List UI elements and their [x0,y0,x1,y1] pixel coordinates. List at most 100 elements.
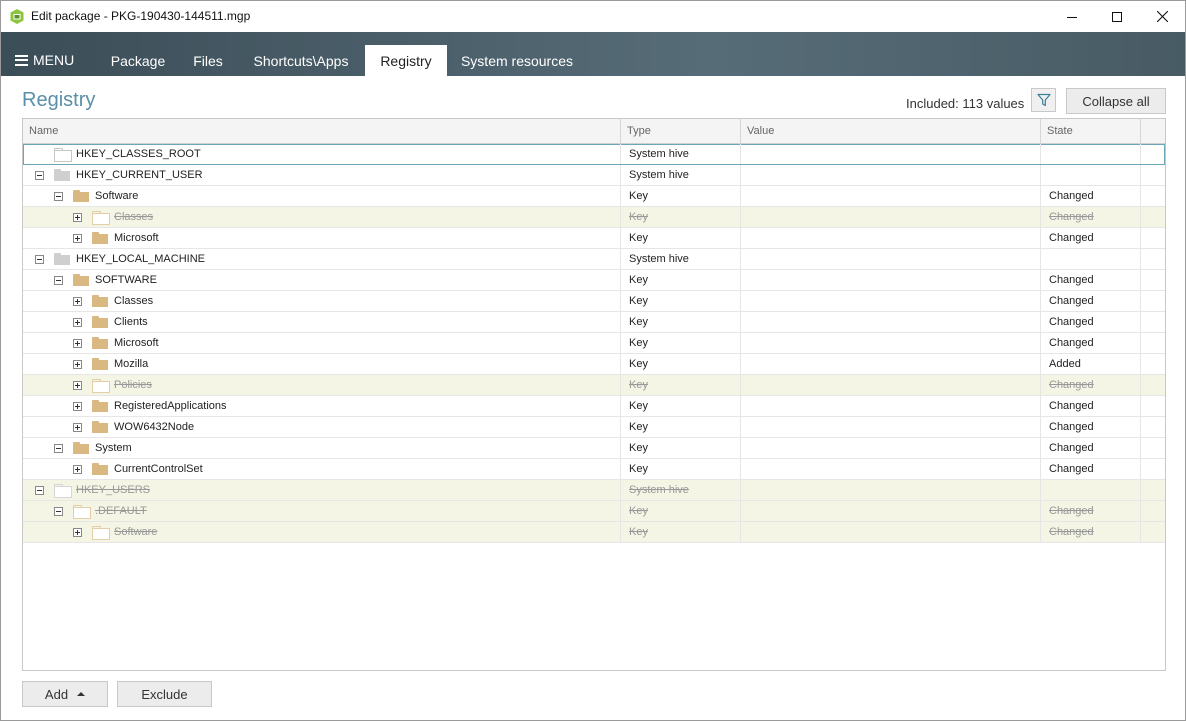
row-name: Software [114,525,158,538]
row-state-cell: Changed [1041,207,1141,227]
expand-icon[interactable] [73,527,82,537]
expand-icon[interactable] [73,317,82,327]
row-type-cell: System hive [621,249,741,269]
row-value-cell [741,144,1041,164]
table-row[interactable]: Mozilla Key Added [23,354,1165,375]
exclude-button[interactable]: Exclude [117,681,212,707]
row-state-cell: Changed [1041,270,1141,290]
row-spacer-cell [1141,438,1165,458]
row-spacer-cell [1141,270,1165,290]
table-row[interactable]: Microsoft Key Changed [23,228,1165,249]
expand-icon[interactable] [73,422,82,432]
tab-files[interactable]: Files [181,45,235,76]
row-state-cell: Changed [1041,522,1141,542]
collapse-icon[interactable] [54,191,63,201]
row-type-cell: System hive [621,165,741,185]
row-state: Changed [1049,232,1094,244]
folder-icon [54,253,70,265]
row-type: System hive [629,148,689,160]
collapse-icon[interactable] [35,170,44,180]
grid-header: Name Type Value State [23,119,1165,144]
tab-registry[interactable]: Registry [365,45,447,76]
row-state-cell [1041,249,1141,269]
row-spacer-cell [1141,249,1165,269]
collapse-icon[interactable] [54,275,63,285]
minimize-button[interactable] [1049,1,1095,32]
name-cell: Classes [23,207,621,227]
name-cell: .DEFAULT [23,501,621,521]
row-name: Clients [114,315,148,328]
table-row[interactable]: Clients Key Changed [23,312,1165,333]
table-row[interactable]: Classes Key Changed [23,207,1165,228]
column-header-state[interactable]: State [1041,119,1141,143]
add-label: Add [44,686,69,702]
table-row[interactable]: CurrentControlSet Key Changed [23,459,1165,480]
row-state: Changed [1049,274,1094,286]
row-type: Key [629,442,648,454]
table-row[interactable]: Software Key Changed [23,186,1165,207]
row-spacer-cell [1141,396,1165,416]
table-row[interactable]: HKEY_CURRENT_USER System hive [23,165,1165,186]
tab-package[interactable]: Package [97,45,179,76]
row-value-cell [741,207,1041,227]
expand-icon[interactable] [73,338,82,348]
name-cell: Policies [23,375,621,395]
collapse-icon[interactable] [54,506,63,516]
tree-node: Software [54,186,138,206]
row-name: Classes [114,210,154,223]
table-row[interactable]: HKEY_USERS System hive [23,480,1165,501]
table-row[interactable]: HKEY_LOCAL_MACHINE System hive [23,249,1165,270]
collapse-all-button[interactable]: Collapse all [1066,88,1166,114]
row-name: HKEY_LOCAL_MACHINE [76,252,205,265]
column-header-type[interactable]: Type [621,119,741,143]
menu-button[interactable]: MENU [15,50,74,70]
tree-node: .DEFAULT [54,501,147,521]
row-type-cell: Key [621,459,741,479]
collapse-icon[interactable] [35,485,44,495]
add-button[interactable]: Add [22,681,108,707]
filter-button[interactable] [1031,88,1056,112]
expand-icon[interactable] [73,233,82,243]
expand-icon[interactable] [73,380,82,390]
table-row[interactable]: HKEY_CLASSES_ROOT System hive [23,144,1165,165]
row-value-cell [741,249,1041,269]
collapse-icon[interactable] [35,254,44,264]
column-header-name[interactable]: Name [23,119,621,143]
tab-shortcuts-apps[interactable]: Shortcuts\Apps [239,45,363,76]
row-type: Key [629,358,648,370]
table-row[interactable]: WOW6432Node Key Changed [23,417,1165,438]
expand-icon[interactable] [73,401,82,411]
maximize-button[interactable] [1094,1,1140,32]
row-type-cell: Key [621,228,741,248]
row-state-cell [1041,165,1141,185]
table-row[interactable]: System Key Changed [23,438,1165,459]
row-type: System hive [629,253,689,265]
row-state: Changed [1049,463,1094,475]
close-button[interactable] [1139,1,1185,32]
row-type-cell: Key [621,375,741,395]
table-row[interactable]: Classes Key Changed [23,291,1165,312]
collapse-icon[interactable] [54,443,63,453]
folder-icon [92,211,110,225]
row-spacer-cell [1141,375,1165,395]
expand-icon[interactable] [73,359,82,369]
expand-icon[interactable] [73,212,82,222]
table-row[interactable]: RegisteredApplications Key Changed [23,396,1165,417]
table-row[interactable]: SOFTWARE Key Changed [23,270,1165,291]
row-value-cell [741,186,1041,206]
menu-label: MENU [33,52,75,68]
name-cell: Software [23,522,621,542]
name-cell: CurrentControlSet [23,459,621,479]
expand-icon[interactable] [73,464,82,474]
name-cell: RegisteredApplications [23,396,621,416]
tab-system-resources[interactable]: System resources [451,45,583,76]
tree-node: CurrentControlSet [73,459,203,479]
column-header-value[interactable]: Value [741,119,1041,143]
expand-icon[interactable] [73,296,82,306]
row-value-cell [741,165,1041,185]
table-row[interactable]: Software Key Changed [23,522,1165,543]
table-row[interactable]: Policies Key Changed [23,375,1165,396]
row-name: CurrentControlSet [114,462,203,475]
table-row[interactable]: Microsoft Key Changed [23,333,1165,354]
table-row[interactable]: .DEFAULT Key Changed [23,501,1165,522]
